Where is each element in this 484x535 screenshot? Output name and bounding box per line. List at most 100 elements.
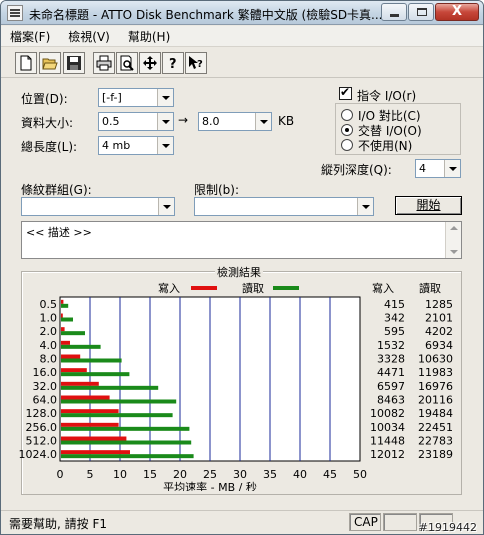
new-button[interactable] — [15, 52, 37, 74]
chevron-down-icon[interactable] — [255, 113, 271, 130]
chevron-down-icon[interactable] — [157, 113, 173, 130]
write-value-label: 1532 — [377, 339, 405, 352]
x-tick-label: 25 — [203, 468, 217, 481]
io-compare-radio[interactable] — [341, 109, 353, 121]
chevron-down-icon[interactable] — [158, 198, 174, 215]
read-bar — [61, 426, 190, 431]
y-tick-label: 32.0 — [33, 380, 58, 393]
read-value-label: 4202 — [425, 325, 453, 338]
description-text: << 描述 >> — [26, 226, 92, 239]
read-value-label: 1285 — [425, 298, 453, 311]
drive-value: [-f-] — [102, 91, 122, 104]
read-bar — [61, 372, 130, 377]
write-bar — [61, 436, 127, 441]
help-button[interactable]: ? — [162, 52, 184, 74]
write-value-label: 4471 — [377, 366, 405, 379]
write-bar — [61, 409, 119, 414]
write-bar — [61, 422, 119, 427]
title-bar[interactable]: 未命名標題 - ATTO Disk Benchmark 繁體中文版 (檢驗SD卡… — [1, 1, 483, 25]
menu-view[interactable]: 檢視(V) — [65, 27, 113, 46]
read-value-label: 19484 — [418, 407, 453, 420]
stripe-group-select[interactable] — [21, 197, 175, 216]
x-tick-label: 30 — [233, 468, 247, 481]
write-value-label: 10082 — [370, 407, 405, 420]
menu-help[interactable]: 幫助(H) — [125, 27, 173, 46]
chevron-down-icon[interactable] — [157, 137, 173, 154]
move-button[interactable] — [139, 52, 161, 74]
scroll-up-icon[interactable] — [450, 226, 458, 230]
maximize-button[interactable] — [408, 3, 434, 21]
open-button[interactable] — [39, 52, 61, 74]
x-tick-label: 35 — [263, 468, 277, 481]
minimize-icon — [390, 14, 399, 17]
num-indicator — [383, 513, 417, 531]
chevron-down-icon[interactable] — [157, 89, 173, 106]
close-button[interactable]: X — [435, 3, 479, 21]
read-bar — [61, 454, 194, 459]
context-help-button[interactable]: ? — [185, 52, 207, 74]
context-help-icon: ? — [189, 56, 203, 70]
y-tick-label: 1024.0 — [19, 448, 58, 461]
new-icon — [20, 55, 32, 71]
size-to-value: 8.0 — [202, 115, 220, 128]
size-from-select[interactable]: 0.5 — [98, 112, 174, 131]
read-value-label: 10630 — [418, 353, 453, 366]
print-button[interactable] — [93, 52, 115, 74]
neither-radio[interactable] — [341, 139, 353, 151]
app-icon[interactable] — [7, 5, 23, 21]
read-value-label: 16976 — [418, 380, 453, 393]
x-axis-label: 平均速率 - MB / 秒 — [163, 480, 257, 491]
direct-io-label[interactable]: 指令 I/O(r) — [357, 87, 416, 104]
y-tick-label: 1.0 — [40, 312, 58, 325]
chevron-down-icon[interactable] — [444, 160, 460, 177]
read-bar — [61, 413, 173, 418]
x-tick-label: 10 — [113, 468, 127, 481]
write-bar — [61, 299, 64, 304]
app-window: 未命名標題 - ATTO Disk Benchmark 繁體中文版 (檢驗SD卡… — [0, 0, 484, 535]
save-icon — [67, 56, 81, 70]
size-label: 資料大小: — [21, 116, 74, 130]
write-bar — [61, 340, 70, 345]
menu-bar: 檔案(F) 檢視(V) 幫助(H) — [1, 26, 483, 47]
y-tick-label: 16.0 — [33, 366, 58, 379]
write-value-label: 342 — [384, 312, 405, 325]
chevron-down-icon[interactable] — [357, 198, 373, 215]
read-bar — [61, 331, 85, 336]
write-value-label: 12012 — [370, 448, 405, 461]
minimize-button[interactable] — [381, 3, 407, 21]
read-bar — [61, 344, 101, 349]
queue-depth-value: 4 — [419, 162, 426, 175]
svg-text:?: ? — [169, 57, 177, 71]
size-from-value: 0.5 — [102, 115, 120, 128]
length-label: 總長度(L): — [21, 140, 78, 154]
read-value-label: 20116 — [418, 394, 453, 407]
write-bar — [61, 450, 130, 455]
menu-file[interactable]: 檔案(F) — [7, 27, 53, 46]
y-tick-label: 256.0 — [26, 421, 58, 434]
x-tick-label: 50 — [353, 468, 367, 481]
write-value-label: 11448 — [370, 435, 405, 448]
open-icon — [42, 58, 58, 70]
print-preview-icon — [120, 55, 134, 71]
queue-depth-label: 縱列深度(Q): — [321, 163, 392, 177]
drive-select[interactable]: [-f-] — [98, 88, 174, 107]
save-button[interactable] — [63, 52, 85, 74]
queue-depth-select[interactable]: 4 — [415, 159, 461, 178]
benchmark-chart: 0 5 10 15 20 25 30 35 40 45 50 平均速率 - MB / 秒 0.5 415 1… — [19, 296, 453, 491]
y-tick-label: 512.0 — [26, 435, 58, 448]
neither-label[interactable]: 不使用(N) — [358, 137, 412, 154]
write-bar — [61, 381, 99, 386]
start-button[interactable]: 開始 — [395, 196, 462, 215]
direct-io-checkbox[interactable]: ✔ — [339, 85, 352, 100]
y-tick-label: 4.0 — [40, 339, 58, 352]
start-button-label: 開始 — [416, 198, 441, 212]
length-select[interactable]: 4 mb — [98, 136, 174, 155]
size-to-select[interactable]: 8.0 — [198, 112, 272, 131]
write-bar — [61, 395, 110, 400]
y-tick-label: 128.0 — [26, 407, 58, 420]
print-preview-button[interactable] — [116, 52, 138, 74]
write-value-label: 3328 — [377, 353, 405, 366]
overlapped-io-radio[interactable] — [341, 124, 353, 136]
y-tick-label: 8.0 — [40, 353, 58, 366]
restrict-select[interactable] — [194, 197, 374, 216]
